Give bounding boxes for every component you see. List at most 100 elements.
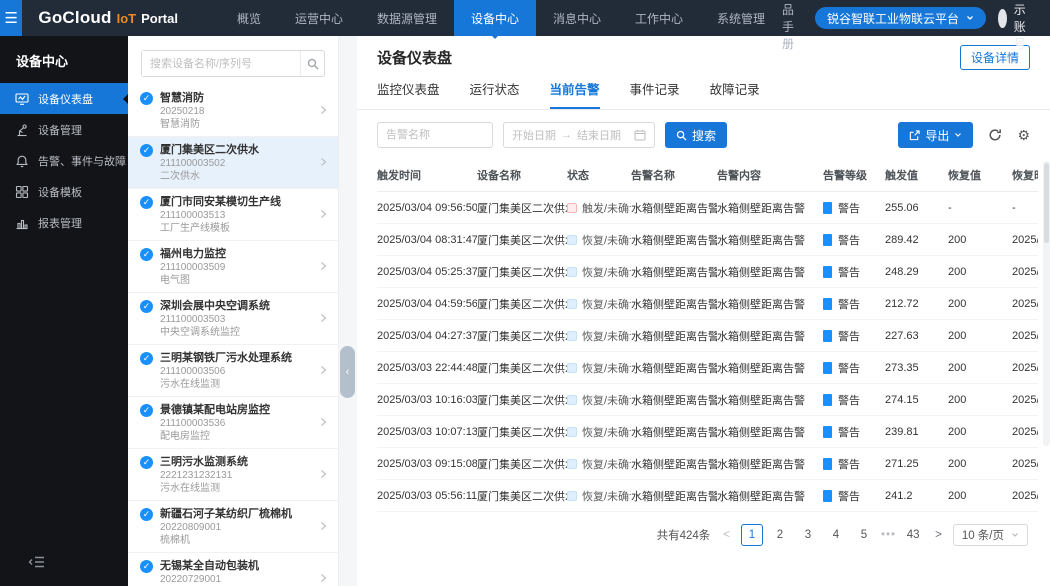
alarm-name-input[interactable] — [377, 122, 493, 148]
tab-current-alarms[interactable]: 当前告警 — [550, 79, 600, 109]
nav-item-operations[interactable]: 运营中心 — [278, 0, 360, 36]
tab-fault-records[interactable]: 故障记录 — [710, 79, 760, 109]
page-size-select[interactable]: 10 条/页 — [953, 524, 1028, 546]
nav-item-overview[interactable]: 概览 — [220, 0, 278, 36]
device-template: 污水在线监测 — [160, 482, 320, 495]
device-list-item[interactable]: ✓三明某钢铁厂污水处理系统211100003506污水在线监测 — [128, 345, 338, 397]
page-number-1[interactable]: 1 — [741, 524, 763, 546]
device-info: 福州电力监控211100003509电气图 — [160, 247, 320, 287]
page-number-3[interactable]: 3 — [797, 524, 819, 546]
alarm-content-cell: 水箱侧壁距离告警 — [717, 448, 823, 480]
check-circle-icon: ✓ — [140, 144, 153, 157]
recovery-time-cell: 2025/03/04 04 — [1012, 320, 1038, 352]
alarm-level-cell: 警告 — [823, 224, 885, 256]
prev-page-button[interactable]: < — [721, 529, 732, 541]
panel-collapse-handle[interactable]: ‹ — [340, 346, 355, 398]
hamburger-menu-icon[interactable]: ☰ — [0, 0, 22, 36]
chevron-right-icon — [320, 518, 332, 536]
alarm-level-cell: 警告 — [823, 480, 885, 512]
alarm-level-cell: 警告 — [823, 384, 885, 416]
date-range-picker[interactable]: 开始日期 → 结束日期 — [503, 122, 655, 148]
status-wrap: 恢复/未确认 — [567, 296, 627, 312]
next-page-button[interactable]: > — [933, 529, 944, 541]
product-manual-link[interactable]: 产品手册 — [782, 0, 803, 52]
sidebar-item-alarm-event-fault[interactable]: 告警、事件与故障 — [0, 145, 128, 176]
table-row: 2025/03/03 10:16:03厦门集美区二次供水恢复/未确认水箱侧壁距离… — [377, 384, 1038, 416]
report-chart-icon — [15, 216, 29, 230]
level-wrap: 警告 — [823, 328, 881, 344]
sidebar-item-report-management[interactable]: 报表管理 — [0, 207, 128, 238]
search-button[interactable]: 搜索 — [665, 122, 727, 148]
device-serial: 211100003502 — [160, 157, 320, 170]
page-number-4[interactable]: 4 — [825, 524, 847, 546]
device-name: 三明某钢铁厂污水处理系统 — [160, 351, 320, 365]
nav-item-workspace[interactable]: 工作中心 — [618, 0, 700, 36]
device-list-item[interactable]: ✓景德镇某配电站房监控211100003536配电房监控 — [128, 397, 338, 449]
alarm-content-cell: 水箱侧壁距离告警 — [717, 416, 823, 448]
logo-main: GoCloud — [38, 8, 111, 28]
table-scrollbar-thumb[interactable] — [1044, 163, 1049, 243]
tab-monitor-dashboard[interactable]: 监控仪表盘 — [377, 79, 440, 109]
refresh-icon[interactable] — [988, 128, 1002, 142]
device-list-item[interactable]: ✓无锡某全自动包装机20220729001全自动包装机 — [128, 553, 338, 586]
page-number-43[interactable]: 43 — [902, 524, 924, 546]
sidebar-collapse-icon[interactable] — [28, 555, 45, 574]
export-button[interactable]: 导出 — [898, 122, 973, 148]
column-header: 触发时间 — [377, 159, 477, 192]
nav-item-device-center[interactable]: 设备中心 — [454, 0, 536, 36]
sidebar-item-device-management[interactable]: 设备管理 — [0, 114, 128, 145]
status-cell: 恢复/未确认 — [567, 384, 631, 416]
status-cell: 恢复/未确认 — [567, 448, 631, 480]
status-cell: 恢复/未确认 — [567, 352, 631, 384]
nav-right: 产品手册 锐谷智联工业物联云平台 演示账号 — [782, 0, 1050, 52]
device-list-item[interactable]: ✓厦门市同安某模切生产线211100003513工厂生产线模板 — [128, 189, 338, 241]
recovery-value-cell: 200 — [948, 352, 1012, 384]
level-wrap: 警告 — [823, 424, 881, 440]
robot-arm-icon — [15, 123, 29, 137]
chevron-right-icon — [320, 154, 332, 172]
level-label: 警告 — [838, 360, 860, 376]
page-number-2[interactable]: 2 — [769, 524, 791, 546]
platform-selector[interactable]: 锐谷智联工业物联云平台 — [815, 7, 986, 29]
table-row: 2025/03/03 05:56:11厦门集美区二次供水恢复/未确认水箱侧壁距离… — [377, 480, 1038, 512]
level-label: 警告 — [838, 296, 860, 312]
device-name-cell: 厦门集美区二次供水 — [477, 288, 567, 320]
device-list-item[interactable]: ✓新疆石河子某纺织厂梳棉机20220809001梳棉机 — [128, 501, 338, 553]
page-number-5[interactable]: 5 — [853, 524, 875, 546]
device-list-item[interactable]: ✓三明污水监测系统2221231232131污水在线监测 — [128, 449, 338, 501]
device-list-item[interactable]: ✓智慧消防20250218智慧消防 — [128, 85, 338, 137]
sidebar-item-device-template[interactable]: 设备模板 — [0, 176, 128, 207]
nav-item-messages[interactable]: 消息中心 — [536, 0, 618, 36]
settings-gear-icon[interactable]: ⚙ — [1017, 127, 1030, 144]
trigger-value-cell: 273.35 — [885, 352, 948, 384]
alarm-level-cell: 警告 — [823, 448, 885, 480]
page-ellipsis[interactable]: ••• — [881, 529, 896, 541]
device-name: 景德镇某配电站房监控 — [160, 403, 320, 417]
search-icon[interactable] — [300, 51, 324, 76]
device-list-item[interactable]: ✓厦门集美区二次供水211100003502二次供水 — [128, 137, 338, 189]
tab-running-status[interactable]: 运行状态 — [470, 79, 520, 109]
sidebar-item-device-dashboard[interactable]: 设备仪表盘 — [0, 83, 128, 114]
chevron-right-icon — [320, 466, 332, 484]
device-list-item[interactable]: ✓深圳会展中央空调系统211100003503中央空调系统监控 — [128, 293, 338, 345]
device-info: 无锡某全自动包装机20220729001全自动包装机 — [160, 559, 320, 586]
device-info: 三明污水监测系统2221231232131污水在线监测 — [160, 455, 320, 495]
status-label: 恢复/未确认 — [582, 392, 631, 408]
recovery-time-cell: 2025/03/03 09 — [1012, 480, 1038, 512]
recovery-status-checkbox — [567, 491, 577, 501]
trigger-time-cell: 2025/03/03 10:07:13 — [377, 416, 477, 448]
column-header: 恢复值 — [948, 159, 1012, 192]
recovery-time-cell: - — [1012, 192, 1038, 224]
account-menu[interactable]: 演示账号 — [998, 0, 1036, 52]
status-cell: 触发/未确认 — [567, 192, 631, 224]
nav-item-datasource[interactable]: 数据源管理 — [360, 0, 454, 36]
device-list-item[interactable]: ✓福州电力监控211100003509电气图 — [128, 241, 338, 293]
column-header: 设备名称 — [477, 159, 567, 192]
nav-menu: 概览运营中心数据源管理设备中心消息中心工作中心系统管理 — [220, 0, 782, 36]
nav-item-system[interactable]: 系统管理 — [700, 0, 782, 36]
device-search-input[interactable] — [142, 51, 300, 76]
status-wrap: 恢复/未确认 — [567, 360, 627, 376]
status-wrap: 恢复/未确认 — [567, 488, 627, 504]
check-circle-icon: ✓ — [140, 92, 153, 105]
tab-event-records[interactable]: 事件记录 — [630, 79, 680, 109]
